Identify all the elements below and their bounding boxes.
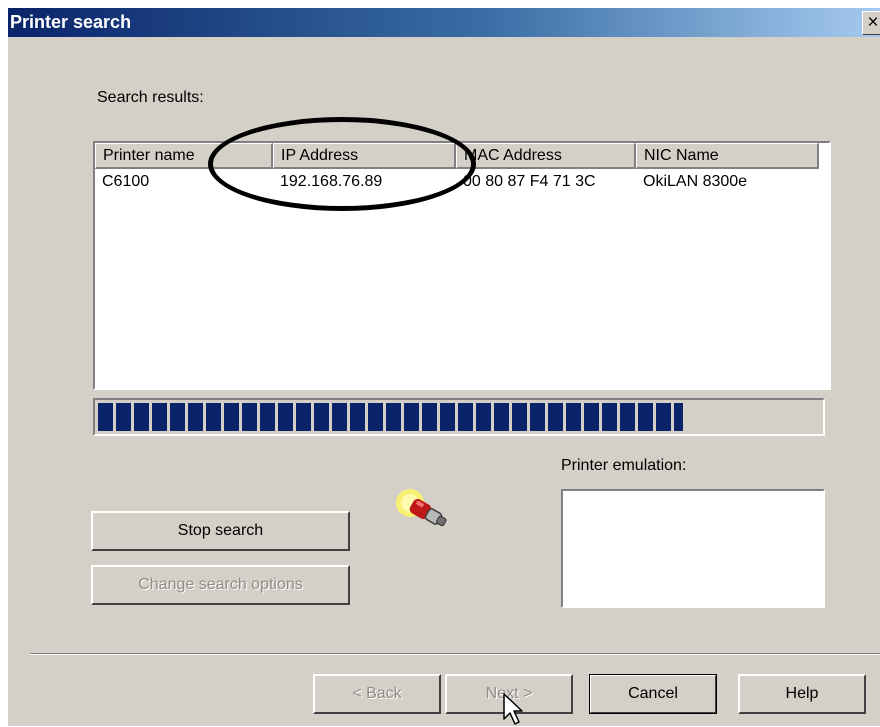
column-header-ip-address[interactable]: IP Address xyxy=(273,143,456,169)
printer-emulation-label: Printer emulation: xyxy=(561,457,687,474)
column-header-mac-address[interactable]: MAC Address xyxy=(456,143,636,169)
progress-fill xyxy=(98,403,683,431)
search-progress-bar xyxy=(93,398,825,436)
table-row[interactable]: C6100 192.168.76.89 00 80 87 F4 71 3C Ok… xyxy=(95,173,819,195)
printer-emulation-list[interactable] xyxy=(561,489,825,608)
searching-plug-icon xyxy=(396,489,447,527)
cancel-button[interactable]: Cancel xyxy=(589,674,717,714)
mouse-pointer-icon xyxy=(503,693,523,725)
column-header-printer-name[interactable]: Printer name xyxy=(95,143,273,169)
column-header-nic-name[interactable]: NIC Name xyxy=(636,143,819,169)
cell-mac-address: 00 80 87 F4 71 3C xyxy=(463,173,596,190)
printer-search-dialog: Printer search × Search results: Printer… xyxy=(8,8,880,726)
button-separator xyxy=(30,653,880,655)
back-button[interactable]: < Back xyxy=(313,674,441,714)
close-icon: × xyxy=(867,12,879,33)
cell-printer-name: C6100 xyxy=(102,173,150,190)
help-button[interactable]: Help xyxy=(738,674,866,714)
list-header: Printer name IP Address MAC Address NIC … xyxy=(95,143,829,169)
search-results-label: Search results: xyxy=(97,89,204,106)
cell-nic-name: OkiLAN 8300e xyxy=(643,173,748,190)
title-bar: Printer search × xyxy=(8,8,880,37)
window-title: Printer search xyxy=(10,12,132,32)
cell-ip-address: 192.168.76.89 xyxy=(280,173,383,190)
change-search-options-button[interactable]: Change search options xyxy=(91,565,350,605)
search-results-list[interactable]: Printer name IP Address MAC Address NIC … xyxy=(93,141,831,390)
stop-search-button[interactable]: Stop search xyxy=(91,511,350,551)
close-button[interactable]: × xyxy=(862,11,880,35)
